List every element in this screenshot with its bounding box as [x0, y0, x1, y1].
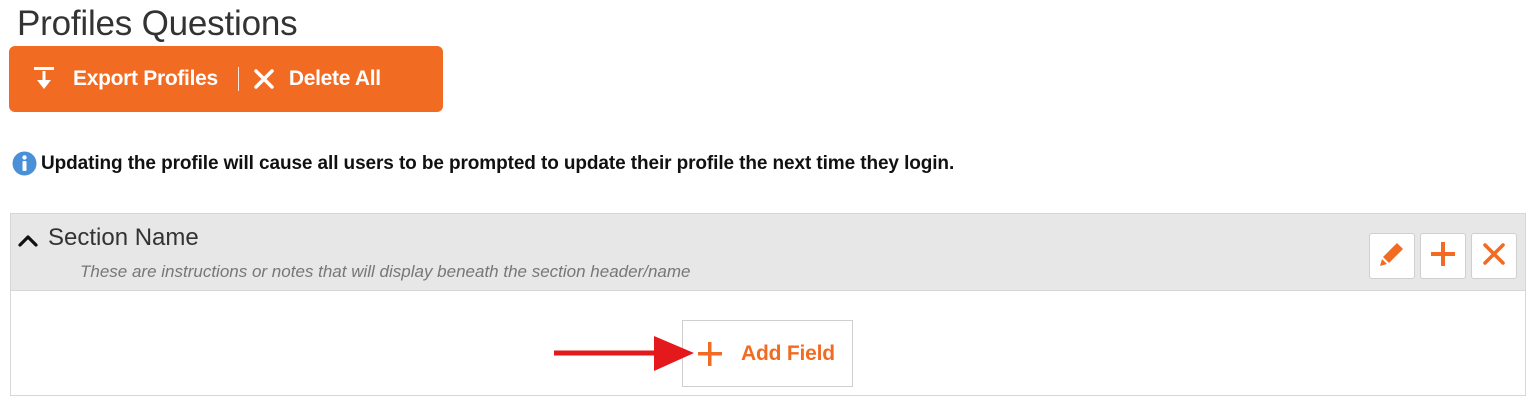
delete-section-button[interactable] [1471, 233, 1517, 279]
toolbar-divider [237, 67, 239, 91]
section-header: Section Name These are instructions or n… [11, 214, 1525, 291]
download-icon [33, 66, 55, 92]
edit-section-button[interactable] [1369, 233, 1415, 279]
section-body: Add Field [11, 291, 1525, 395]
chevron-up-icon[interactable] [17, 230, 39, 252]
info-icon [12, 151, 37, 176]
page-title: Profiles Questions [17, 4, 298, 43]
close-icon [253, 66, 275, 92]
delete-all-button[interactable]: Delete All [253, 59, 381, 99]
plus-icon [697, 341, 723, 367]
export-profiles-label: Export Profiles [73, 67, 218, 90]
add-item-button[interactable] [1420, 233, 1466, 279]
delete-all-label: Delete All [288, 67, 381, 90]
update-notice: Updating the profile will cause all user… [12, 151, 954, 176]
export-profiles-button[interactable]: Export Profiles [33, 59, 218, 99]
annotation-arrow-icon [554, 336, 694, 371]
pencil-icon [1379, 241, 1405, 272]
notice-text: Updating the profile will cause all user… [41, 152, 955, 174]
section-notes: These are instructions or notes that wil… [80, 262, 691, 281]
add-field-label: Add Field [741, 341, 835, 365]
profile-section: Section Name These are instructions or n… [10, 213, 1526, 396]
action-toolbar: Export Profiles Delete All [9, 46, 443, 112]
section-name: Section Name [48, 224, 199, 251]
close-icon [1482, 242, 1506, 271]
plus-icon [1430, 241, 1456, 272]
add-field-button[interactable]: Add Field [682, 320, 853, 387]
